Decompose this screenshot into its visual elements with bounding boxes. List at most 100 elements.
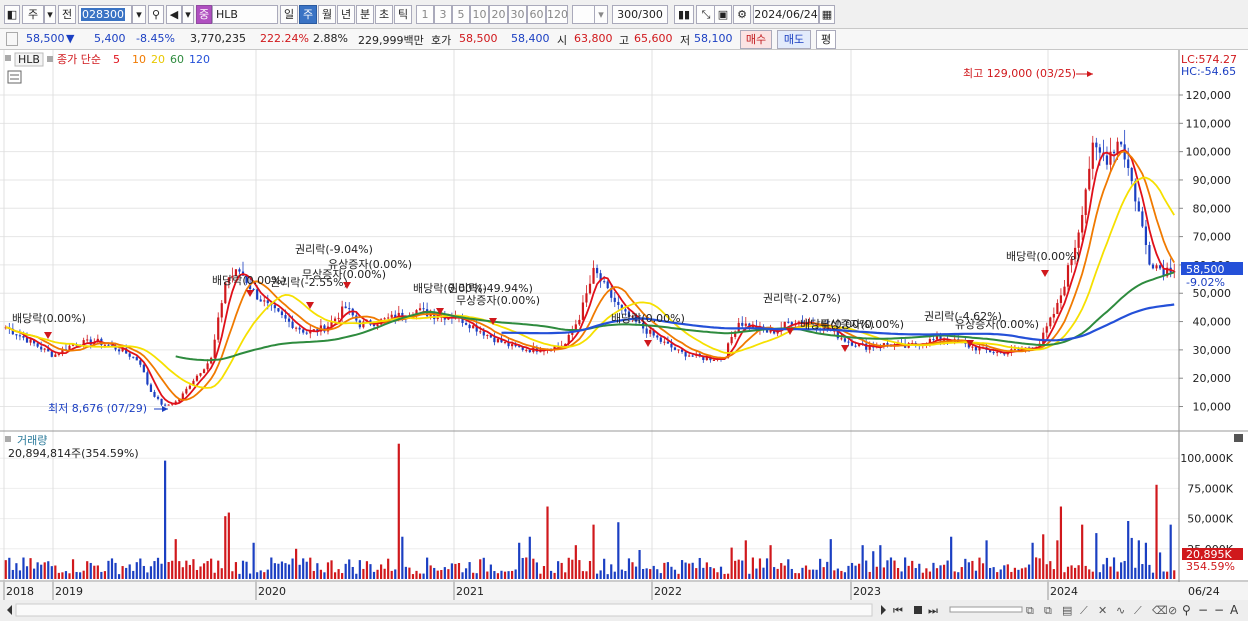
code-dropdown-icon[interactable]: ▾ xyxy=(132,5,146,24)
candle-type-icon[interactable]: ▮▮ xyxy=(674,5,694,24)
ma-period-120: 120 xyxy=(189,53,210,66)
gear-icon[interactable]: ⚙ xyxy=(733,5,751,24)
volume-bar xyxy=(259,570,262,579)
price-tick-label: 120,000 xyxy=(1186,89,1232,102)
volume-bar xyxy=(422,573,425,579)
price-tick-label: 30,000 xyxy=(1193,344,1232,357)
volume-bar xyxy=(571,559,574,579)
speaker-icon[interactable]: ◀ xyxy=(166,5,182,24)
forward-icon[interactable]: ⏭ xyxy=(928,604,938,617)
candle-body xyxy=(606,281,609,289)
volume-bar xyxy=(372,571,376,579)
volume-bar xyxy=(843,572,847,579)
window-menu-icon[interactable]: ◧ xyxy=(4,5,20,24)
minute-option-5[interactable]: 5 xyxy=(452,5,470,24)
volume-bar xyxy=(833,570,836,579)
trend-line-icon[interactable]: ⟋ xyxy=(1080,604,1088,617)
calendar-icon[interactable]: ▦ xyxy=(819,5,835,24)
paste-icon[interactable]: ⧉ xyxy=(1044,604,1052,617)
market-select[interactable]: 주 xyxy=(22,5,44,24)
save-icon[interactable]: ▣ xyxy=(714,5,732,24)
prev-button[interactable]: 전 xyxy=(58,5,76,24)
stock-name-field[interactable]: HLB xyxy=(212,5,278,24)
delete-all-icon[interactable]: ⊘ xyxy=(1168,604,1177,617)
minute-option-60[interactable]: 60 xyxy=(527,5,546,24)
hc-label: HC:-54.65 xyxy=(1181,65,1236,78)
fibonacci-icon[interactable]: ⟋ xyxy=(1134,604,1142,617)
panel-handle-icon[interactable] xyxy=(5,55,11,61)
speaker-dropdown-icon[interactable]: ▾ xyxy=(182,5,194,24)
candle-body xyxy=(344,306,347,309)
price-tick-label: 50,000 xyxy=(1193,287,1232,300)
period-tab-tick[interactable]: 틱 xyxy=(394,5,412,24)
zoom-in-icon[interactable]: − xyxy=(1214,603,1224,617)
volume-bar xyxy=(185,560,188,579)
volume-bar xyxy=(270,557,273,579)
volume-bar xyxy=(309,557,312,579)
chevron-down-icon[interactable]: ▾ xyxy=(44,5,56,24)
candle-body xyxy=(36,343,39,347)
zoom-icon[interactable]: ⚲ xyxy=(1182,603,1191,617)
volume-bar xyxy=(93,565,96,579)
volume-bar xyxy=(1169,524,1172,579)
period-tab-year[interactable]: 년 xyxy=(337,5,355,24)
candle-body xyxy=(1112,151,1116,154)
volume-bar xyxy=(450,563,454,579)
volume-bar xyxy=(1020,568,1024,579)
volume-bar xyxy=(985,540,988,579)
buy-button[interactable]: 매수 xyxy=(740,30,772,49)
volume-bar xyxy=(1017,569,1020,579)
candle-body xyxy=(132,356,135,358)
volume-bar xyxy=(836,568,839,579)
eval-button[interactable]: 평 xyxy=(816,30,836,49)
period-tab-second[interactable]: 초 xyxy=(375,5,393,24)
date-input[interactable]: 2024/06/24 xyxy=(753,5,819,24)
layout-icon[interactable]: ▤ xyxy=(1062,604,1072,617)
stock-code-input[interactable]: 028300 xyxy=(78,5,132,24)
ma-handle-icon[interactable] xyxy=(47,56,53,62)
volume-bar xyxy=(472,572,475,579)
candle-body xyxy=(107,344,110,346)
stop-icon[interactable] xyxy=(914,606,922,614)
period-tab-day[interactable]: 일 xyxy=(280,5,298,24)
chart-area[interactable]: 배당락(0.00%) 배당락(0.00%) 권리락(-2.55%) 권리락(-9.04… xyxy=(0,50,1248,621)
stock-chart[interactable]: 배당락(0.00%)배당락(0.00%)권리락(-2.55%)권리락(-9.04… xyxy=(0,50,1248,621)
minute-option-120[interactable]: 120 xyxy=(546,5,568,24)
custom-period-dropdown-icon[interactable]: ▾ xyxy=(594,5,608,24)
volume-bar xyxy=(1173,570,1176,579)
open-label: 시 xyxy=(557,34,568,47)
zoom-slider[interactable] xyxy=(949,606,1023,613)
volume-bar xyxy=(454,563,457,579)
candle-body xyxy=(886,343,889,345)
period-tab-minute[interactable]: 분 xyxy=(356,5,374,24)
volume-handle-icon[interactable] xyxy=(5,436,11,442)
text-tool-icon[interactable]: A xyxy=(1230,603,1239,617)
eraser-icon[interactable]: ⌫ xyxy=(1152,604,1168,617)
line-type-icon[interactable]: ⤡ xyxy=(696,5,716,24)
period-tab-month[interactable]: 월 xyxy=(318,5,336,24)
candle-body xyxy=(744,323,747,326)
rewind-icon[interactable]: ⏮ xyxy=(893,604,903,617)
minute-option-30[interactable]: 30 xyxy=(508,5,527,24)
period-tab-week[interactable]: 주 xyxy=(299,5,317,24)
current-volume-pct: 354.59% xyxy=(1186,560,1235,573)
quote-checkbox[interactable] xyxy=(6,32,18,46)
minute-option-1[interactable]: 1 xyxy=(416,5,434,24)
calculator-icon[interactable] xyxy=(7,70,22,84)
wave-icon[interactable]: ∿ xyxy=(1116,604,1125,617)
horizontal-scrollbar[interactable] xyxy=(15,603,873,617)
minute-option-20[interactable]: 20 xyxy=(489,5,508,24)
sell-button[interactable]: 매도 xyxy=(777,30,811,49)
cross-line-icon[interactable]: ✕ xyxy=(1098,604,1107,617)
close-panel-icon[interactable] xyxy=(1234,434,1243,442)
volume-bar xyxy=(252,542,255,579)
candle-body xyxy=(588,283,592,294)
minute-option-10[interactable]: 10 xyxy=(470,5,489,24)
zoom-out-icon[interactable]: − xyxy=(1198,603,1208,617)
volume-bar xyxy=(43,562,46,579)
search-icon[interactable]: ⚲ xyxy=(148,5,164,24)
copy-icon[interactable]: ⧉ xyxy=(1026,604,1034,617)
minute-option-3[interactable]: 3 xyxy=(434,5,452,24)
candle-body xyxy=(1144,226,1148,246)
volume-bar xyxy=(167,562,170,579)
